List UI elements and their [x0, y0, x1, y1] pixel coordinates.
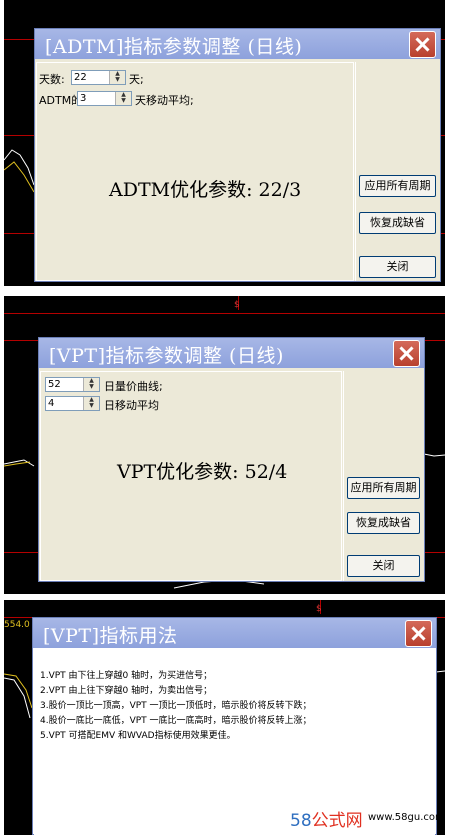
optimized-params: VPT优化参数: 52/4 [117, 461, 288, 483]
restore-default-button[interactable]: 恢复成缺省 [359, 212, 436, 234]
param1-label: 日量价曲线; [104, 380, 163, 393]
param-area: 天数: 22 ▲ ▼ 天; ADTM的 3 ▲ ▼ 天移动平均; ADTM优化参数:… [36, 62, 354, 281]
param1-unit: 天; [129, 73, 144, 86]
close-button[interactable]: 关闭 [347, 555, 420, 577]
optimized-params: ADTM优化参数: 22/3 [109, 179, 302, 201]
spinner-arrows-icon[interactable]: ▲ ▼ [83, 397, 99, 410]
usage-line: 1.VPT 由下往上穿越0 轴时，为买进信号； [40, 671, 213, 681]
usage-line: 3.股价一顶比一顶高，VPT 一顶比一顶低时，暗示股价将反转下跌； [40, 701, 312, 711]
ma-value: 4 [48, 398, 55, 409]
restore-default-button[interactable]: 恢复成缺省 [347, 512, 420, 534]
button-column: 应用所有周期 恢复成缺省 关闭 [355, 62, 440, 281]
apply-all-periods-button[interactable]: 应用所有周期 [347, 477, 420, 499]
button-column: 应用所有周期 恢复成缺省 关闭 [343, 371, 424, 581]
close-icon[interactable] [393, 340, 420, 367]
spinner-arrows-icon[interactable]: ▲ ▼ [109, 71, 125, 84]
watermark-url: www.58gu.com [368, 812, 445, 823]
price-volume-days-stepper[interactable]: 52 ▲ ▼ [45, 377, 100, 392]
title-bar[interactable]: [ADTM]指标参数调整 (日线) [35, 29, 440, 59]
param-area: 52 ▲ ▼ 日量价曲线; 4 ▲ ▼ 日移动平均 VPT优化参数: 52/4 [40, 371, 342, 581]
title-bar[interactable]: [VPT]指标参数调整 (日线) [39, 338, 424, 368]
param2-unit: 天移动平均; [135, 94, 194, 107]
dialog-title: [ADTM]指标参数调整 (日线) [45, 36, 303, 58]
ma-stepper[interactable]: 3 ▲ ▼ [77, 91, 132, 106]
watermark-logo: 58公式网 [290, 806, 363, 831]
adtm-param-dialog: [ADTM]指标参数调整 (日线) 天数: 22 ▲ ▼ 天; ADTM的 3 ▲… [34, 28, 441, 282]
param1-label: 天数: [39, 73, 65, 86]
spinner-arrows-icon[interactable]: ▲ ▼ [83, 378, 99, 391]
price-volume-days-value: 52 [48, 379, 61, 390]
watermark-brand-text: 公式网 [311, 811, 363, 831]
usage-text-area: 1.VPT 由下往上穿越0 轴时，为买进信号； 2.VPT 由上往下穿越0 轴时… [34, 651, 435, 836]
vpt-usage-dialog: [VPT]指标用法 1.VPT 由下往上穿越0 轴时，为买进信号； 2.VPT … [32, 617, 437, 836]
usage-line: 4.股价一底比一底低，VPT 一底比一底高时，暗示股价将反转上涨； [40, 716, 312, 726]
param2-label: ADTM的 [39, 94, 83, 107]
close-icon[interactable] [409, 31, 436, 58]
usage-line: 5.VPT 可搭配EMV 和WVAD指标使用效果更佳。 [40, 731, 236, 741]
close-icon[interactable] [405, 620, 432, 647]
ma-value: 3 [80, 93, 87, 104]
vpt-param-dialog: [VPT]指标参数调整 (日线) 52 ▲ ▼ 日量价曲线; 4 ▲ ▼ 日移动平均… [38, 337, 425, 582]
apply-all-periods-button[interactable]: 应用所有周期 [359, 175, 436, 197]
days-stepper[interactable]: 22 ▲ ▼ [71, 70, 126, 85]
dialog-title: [VPT]指标参数调整 (日线) [49, 345, 284, 367]
usage-line: 2.VPT 由上往下穿越0 轴时，为卖出信号； [40, 686, 213, 696]
ma-stepper[interactable]: 4 ▲ ▼ [45, 396, 100, 411]
days-value: 22 [74, 72, 87, 83]
close-button[interactable]: 关闭 [359, 256, 436, 278]
watermark-brand-number: 58 [290, 811, 312, 831]
title-bar[interactable]: [VPT]指标用法 [33, 618, 436, 648]
param2-label: 日移动平均 [104, 399, 159, 412]
spinner-arrows-icon[interactable]: ▲ ▼ [115, 92, 131, 105]
dialog-title: [VPT]指标用法 [43, 625, 178, 647]
